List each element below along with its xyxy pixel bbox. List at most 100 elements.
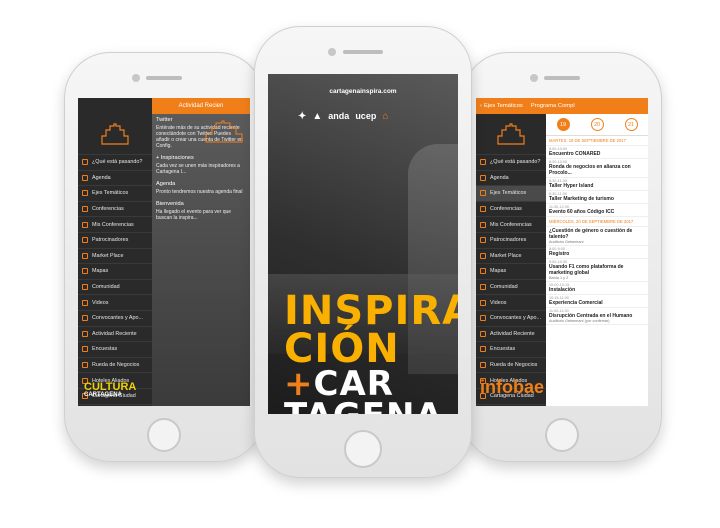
menu-item[interactable]: Convocantes y Apo... [476, 309, 546, 326]
feed-card-title: + Inspiraciones [156, 155, 194, 161]
day-button[interactable]: 19 [556, 118, 570, 131]
event-location: Auditorio Getsemaní [549, 240, 584, 244]
event-row[interactable]: 8:00-10:00 Encuentro CONARED [546, 146, 648, 159]
menu-item-label: Comunidad [92, 284, 120, 291]
menu-item-icon [480, 174, 486, 181]
right-screen: ¿Qué está pasando? Agenda Ejes Temáticos Co… [476, 98, 648, 406]
event-name: Registro [549, 251, 570, 257]
menu-item-icon [480, 190, 486, 197]
feed-card[interactable]: Bienvenida Ha llegado el evento para ver … [152, 198, 250, 224]
feed-card-title: Bienvenida [156, 201, 184, 207]
event-name: Taller Marketing de turismo [549, 196, 614, 202]
menu-item[interactable]: Patrocinadores [476, 231, 546, 248]
menu-item-icon [480, 315, 486, 322]
menu-item[interactable]: Patrocinadores [78, 231, 152, 248]
menu-item[interactable]: Comunidad [78, 278, 152, 295]
event-row[interactable]: 10:00-10:15 Instalación [546, 282, 648, 295]
menu-item-label: Ejes Temáticos [92, 190, 129, 197]
app-showcase: ¿Qué está pasando? Agenda Ejes Temáticos Co… [0, 0, 720, 528]
chevron-left-icon: ‹ [480, 103, 482, 109]
menu-item-label: Ejes Temáticos [490, 190, 527, 197]
home-button[interactable] [344, 430, 382, 468]
side-menu: ¿Qué está pasando? Agenda Ejes Temáticos Co… [78, 98, 152, 406]
menu-item-label: Actividad Reciente [490, 330, 535, 337]
header-title: Actividad Recien [178, 103, 224, 109]
title-line-2: CIÓN [284, 326, 400, 372]
menu-item-icon [82, 362, 88, 369]
menu-item-label: Mapas [490, 268, 507, 275]
event-name: Encuentro CONARED [549, 151, 601, 157]
event-row[interactable]: ¿Cuestión de género o cuestión de talent… [546, 227, 648, 246]
event-row[interactable]: 8:30-11:30 Taller Marketing de turismo [546, 191, 648, 204]
menu-item-icon [480, 362, 486, 369]
day-button[interactable]: 20 [590, 118, 604, 131]
menu-item-label: Convocantes y Apo... [490, 315, 541, 322]
menu-item[interactable]: Rueda de Negocios [476, 356, 546, 373]
menu-item[interactable]: Conferencias [476, 200, 546, 217]
menu-item[interactable]: Videos [78, 294, 152, 310]
day-button[interactable]: 21 [624, 118, 638, 131]
event-row[interactable]: 10:15-11:00 Experiencia Comercial [546, 295, 648, 308]
date-header: MIÉRCOLES, 20 DE SEPTIEMBRE DE 2017 [546, 217, 648, 227]
menu-item-label: Patrocinadores [92, 237, 129, 244]
menu-item[interactable]: Comunidad [476, 278, 546, 295]
castle-logo [476, 114, 546, 154]
menu-item[interactable]: Encuestas [476, 341, 546, 357]
event-row[interactable]: 8:00-9:00 Registro [546, 246, 648, 259]
menu-item-label: Rueda de Negocios [92, 362, 140, 369]
speaker [146, 76, 182, 80]
menu-item-label: Agenda [490, 174, 509, 181]
menu-item[interactable]: Agenda [78, 169, 152, 186]
menu-item-icon [82, 315, 88, 322]
menu-item-icon [480, 268, 486, 275]
feed-card[interactable]: Agenda Pronto tendremos nuestra agenda fi… [152, 178, 250, 198]
menu-item[interactable]: ¿Qué está pasando? [78, 154, 152, 170]
program-panel: 19 20 21 MARTES, 19 DE SEPTIEMBRE DE 2017 8… [546, 114, 648, 406]
menu-item[interactable]: Mis Conferencias [476, 216, 546, 232]
menu-item-label: Mis Conferencias [490, 221, 532, 228]
menu-item-label: ¿Qué está pasando? [490, 159, 541, 166]
menu-item[interactable]: Mapas [78, 263, 152, 279]
event-name: Evento 60 años Código ICC [549, 209, 615, 215]
feed-card-text: Ha llegado el evento para ver que buscan… [156, 209, 232, 221]
menu-item[interactable]: Ejes Temáticos [476, 185, 546, 201]
event-row[interactable]: 8:30-11:30 Taller Hyper Island [546, 178, 648, 191]
event-name: ¿Cuestión de género o cuestión de talent… [549, 228, 633, 240]
event-row[interactable]: 8:30-10:00 Ronda de negocios en alianza c… [546, 159, 648, 178]
menu-item-label: Patrocinadores [490, 237, 527, 244]
event-name: Taller Hyper Island [549, 183, 594, 189]
castle-illustration [204, 120, 244, 144]
menu-item-label: Mis Conferencias [92, 221, 134, 228]
menu-item[interactable]: Actividad Reciente [476, 325, 546, 342]
header-title: Programa Compl [530, 103, 575, 109]
home-button[interactable] [545, 418, 579, 452]
menu-item[interactable]: ¿Qué está pasando? [476, 154, 546, 170]
menu-item[interactable]: Encuestas [78, 341, 152, 357]
menu-item[interactable]: Actividad Reciente [78, 325, 152, 342]
menu-item[interactable]: Market Place [476, 247, 546, 264]
menu-item[interactable]: Videos [476, 294, 546, 310]
menu-item-icon [480, 206, 486, 213]
left-screen: ¿Qué está pasando? Agenda Ejes Temáticos Co… [78, 98, 250, 406]
menu-item[interactable]: Mapas [476, 263, 546, 279]
menu-item[interactable]: Ejes Temáticos [78, 185, 152, 201]
menu-item[interactable]: Conferencias [78, 200, 152, 217]
event-name: Ronda de negocios en alianza con Procolo… [549, 164, 631, 176]
menu-item[interactable]: Sala de Prensa [476, 403, 546, 407]
menu-item[interactable]: Rueda de Negocios [78, 356, 152, 373]
menu-item[interactable]: Market Place [78, 247, 152, 264]
menu-item[interactable]: Sala de Prensa [78, 403, 152, 407]
menu-item-icon [82, 330, 88, 337]
menu-item[interactable]: Agenda [476, 169, 546, 186]
event-row[interactable]: 9:00-10:30 Usando F1 como plataforma de m… [546, 259, 648, 282]
phone-center: cartagenainspira.com ✦ ▲ anda ucep ⌂ INS… [254, 26, 472, 478]
menu-item[interactable]: Convocantes y Apo... [78, 309, 152, 326]
menu-item-icon [480, 252, 486, 259]
event-row[interactable]: 11:00-11:30 Disrupción Centrada en el Hum… [546, 308, 648, 325]
menu-item-icon [480, 330, 486, 337]
home-button[interactable] [147, 418, 181, 452]
menu-item[interactable]: Mis Conferencias [78, 216, 152, 232]
event-row[interactable]: 11:30-12:30 Evento 60 años Código ICC [546, 204, 648, 217]
feed-card[interactable]: + Inspiraciones Cada vez se unen más insp… [152, 152, 250, 178]
back-button[interactable]: ‹ Ejes Temáticos [480, 103, 523, 109]
